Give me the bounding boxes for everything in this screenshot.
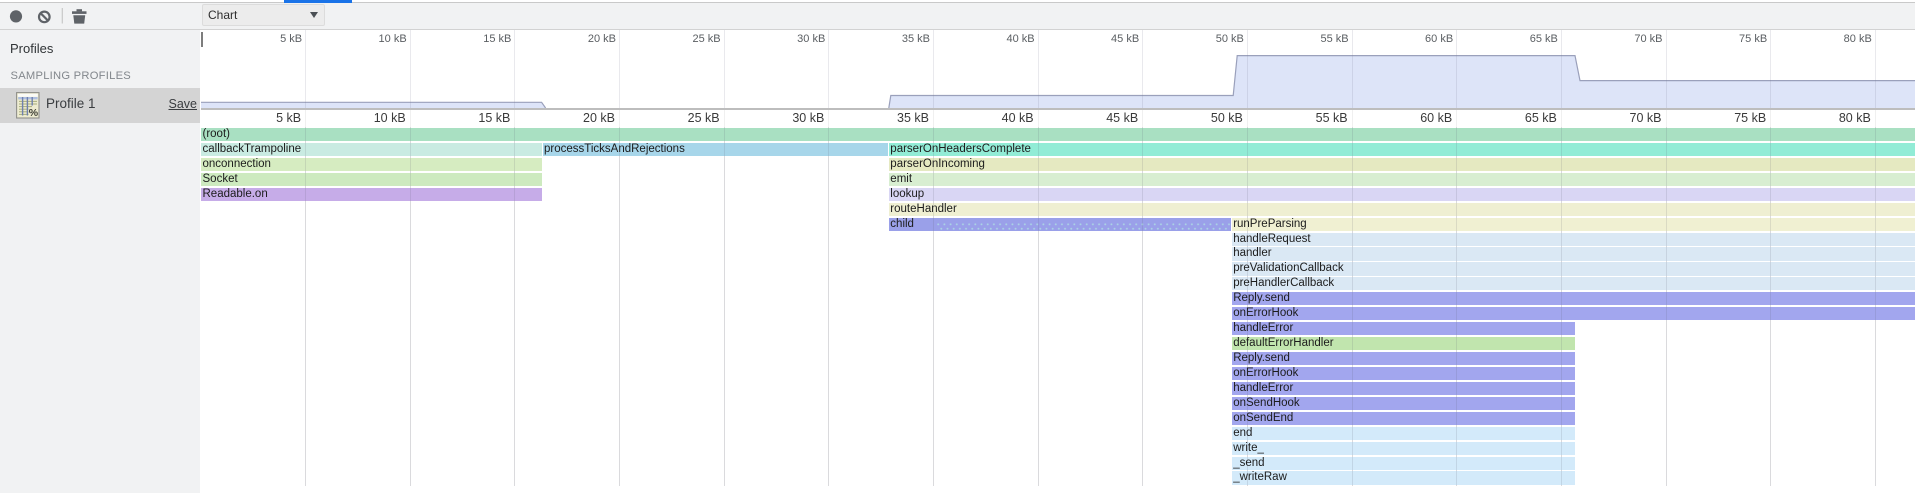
svg-text:%: %: [29, 106, 39, 118]
